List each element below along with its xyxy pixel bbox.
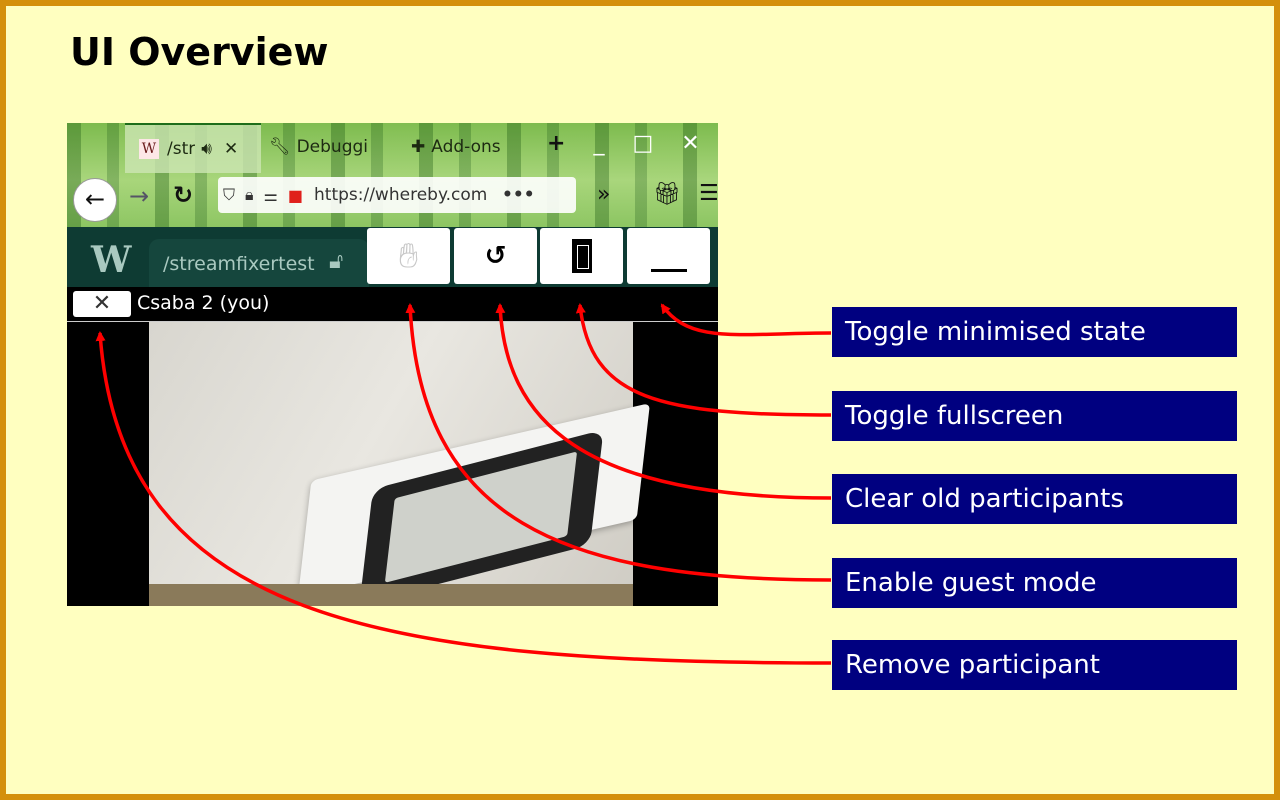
arrow-guest: [405, 303, 832, 582]
arrow-minimise: [660, 303, 832, 337]
arrow-remove: [95, 331, 832, 665]
arrow-fullscreen: [575, 303, 832, 417]
arrows-layer: [95, 303, 832, 665]
